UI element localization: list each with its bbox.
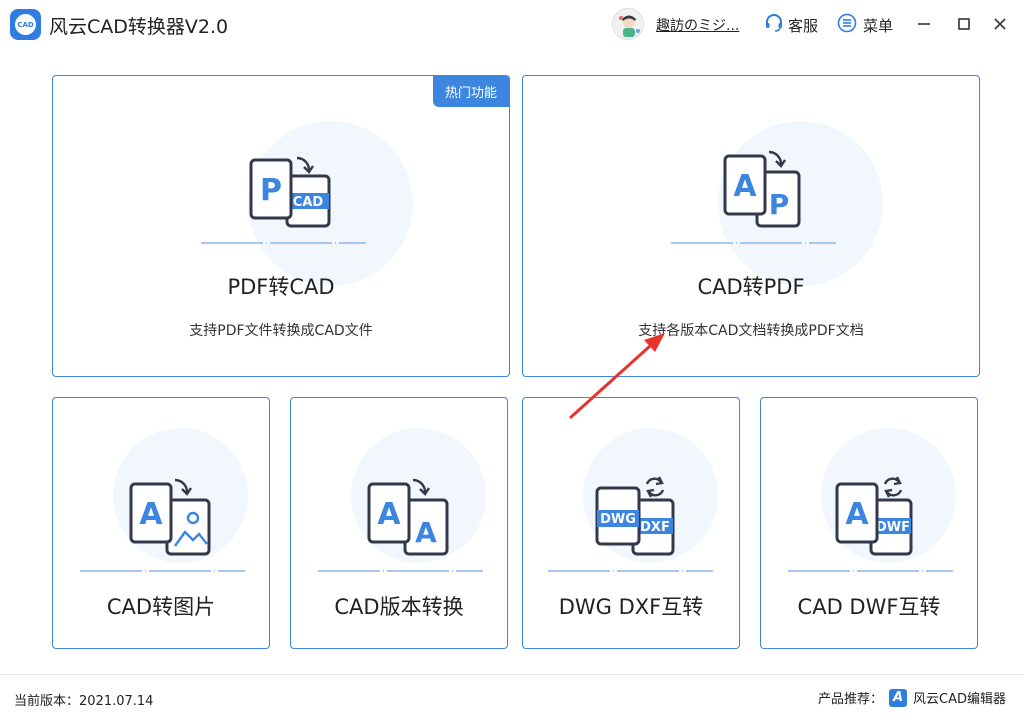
card-dwg-dxf[interactable]: DXF DWG DWG DXF互转	[522, 397, 740, 649]
close-button[interactable]	[990, 15, 1010, 35]
card-cad-to-pdf[interactable]: P A CAD转PDF 支持各版本CAD文档转换成PDF文档	[522, 75, 980, 377]
app-title: 风云CAD转换器V2.0	[49, 16, 229, 38]
icon-front-letter: A	[733, 169, 757, 204]
user-avatar[interactable]	[612, 8, 644, 40]
maximize-icon	[957, 16, 971, 35]
icon-front-label: DWG	[600, 512, 636, 527]
status-footer: 当前版本：2021.07.14 产品推荐： A 风云CAD编辑器	[0, 674, 1024, 720]
pdf-to-cad-icon: CAD P	[249, 156, 331, 228]
card-title: PDF转CAD	[227, 275, 335, 299]
minimize-icon	[917, 16, 931, 35]
card-cad-to-image[interactable]: A CAD转图片	[52, 397, 270, 649]
card-title: CAD转图片	[106, 595, 216, 619]
card-divider	[318, 570, 483, 572]
cad-dwf-icon: DWF A	[835, 476, 913, 556]
card-cad-version[interactable]: A A CAD版本转换	[290, 397, 508, 649]
card-description: 支持各版本CAD文档转换成PDF文档	[638, 323, 864, 339]
product-recommendation[interactable]: 产品推荐： A 风云CAD编辑器	[818, 688, 1006, 707]
dwg-dxf-icon: DXF DWG	[595, 476, 675, 556]
card-divider	[548, 570, 713, 572]
app-logo-icon: CAD	[10, 9, 41, 40]
customer-service-label: 客服	[788, 16, 819, 35]
card-title: DWG DXF互转	[558, 595, 704, 619]
cad-version-icon: A A	[367, 478, 449, 556]
icon-back-letter: A	[415, 516, 437, 549]
maximize-button[interactable]	[954, 15, 974, 35]
card-description: 支持PDF文件转换成CAD文件	[189, 323, 373, 339]
cad-to-pdf-icon: P A	[723, 150, 801, 228]
card-divider	[80, 570, 245, 572]
headset-icon	[764, 13, 784, 37]
cad-to-image-icon: A	[129, 478, 211, 556]
menu-list-icon	[837, 13, 857, 37]
title-bar: CAD 风云CAD转换器V2.0 趣訪のミジ... 客服 菜单	[0, 0, 1024, 50]
card-pdf-to-cad[interactable]: 热门功能 CAD P PDF转CAD 支持PDF文件转换成CAD文件	[52, 75, 510, 377]
icon-back-label: CAD	[293, 195, 324, 210]
app-logo-text: CAD	[15, 14, 36, 35]
card-title: CAD DWF互转	[797, 595, 941, 619]
icon-front-letter: P	[260, 173, 282, 208]
icon-back-label: DXF	[640, 520, 670, 535]
hot-feature-badge: 热门功能	[433, 76, 509, 107]
menu-label: 菜单	[863, 16, 894, 35]
icon-back-label: DWF	[876, 520, 910, 535]
card-divider	[788, 570, 953, 572]
version-label: 当前版本：2021.07.14	[14, 694, 154, 709]
icon-front-letter: A	[377, 497, 401, 532]
close-icon	[993, 16, 1007, 35]
app-window: CAD 风云CAD转换器V2.0 趣訪のミジ... 客服 菜单 热门功能 CAD…	[0, 0, 1024, 720]
card-title: CAD转PDF	[697, 275, 805, 299]
icon-front-letter: A	[139, 497, 163, 532]
card-divider	[671, 242, 836, 244]
username-link[interactable]: 趣訪のミジ...	[656, 15, 739, 35]
card-title: CAD版本转换	[334, 595, 464, 619]
card-cad-dwf[interactable]: DWF A CAD DWF互转	[760, 397, 978, 649]
icon-front-letter: A	[845, 497, 869, 532]
card-divider	[201, 242, 366, 244]
cad-editor-logo-icon: A	[889, 688, 908, 707]
recommend-product-link[interactable]: 风云CAD编辑器	[913, 688, 1006, 707]
minimize-button[interactable]	[914, 15, 934, 35]
icon-back-letter: P	[769, 188, 790, 221]
menu-button[interactable]: 菜单	[837, 13, 893, 37]
customer-service-button[interactable]: 客服	[764, 13, 818, 37]
recommend-label: 产品推荐：	[818, 692, 884, 707]
